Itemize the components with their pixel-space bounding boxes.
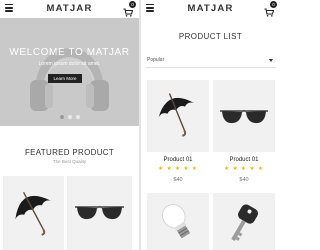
product-name-2[interactable]: Product 01 [213,157,275,163]
carousel-dots [0,115,139,119]
sunglasses-icon [75,205,124,220]
featured-product-card-2[interactable] [67,176,132,250]
hero-banner[interactable]: WELCOME TO MATJAR Lorem ipsum dolor sit … [0,18,139,126]
sort-select[interactable]: Popular [146,53,276,68]
hero-subtitle: Lorem ipsum dolor sit amet. [38,61,101,67]
featured-product-card-1[interactable] [3,176,64,250]
product-price-1: $40 [173,177,183,183]
hero-title: WELCOME TO MATJAR [9,47,130,58]
sort-selected-value: Popular [147,57,165,63]
product-name-1[interactable]: Product 01 [147,157,209,163]
key-icon [231,204,258,242]
product-rating-1: ★ ★ ★ ★ ★ [158,166,198,172]
featured-subtitle: The Best Quality [52,159,87,164]
carousel-dot-1[interactable] [59,115,64,119]
chevron-down-icon [269,59,273,62]
product-image-4[interactable] [213,193,275,250]
cart-icon[interactable]: 0 [123,1,136,17]
cart-count-badge: 0 [270,1,277,8]
product-price-2: $40 [239,177,249,183]
cart-count-badge: 0 [129,1,136,8]
brand-title: MATJAR [46,3,93,14]
top-bar: MATJAR 0 [141,0,280,18]
brand-title: MATJAR [187,3,234,14]
umbrella-icon [15,192,51,236]
carousel-dot-2[interactable] [67,115,72,119]
sunglasses-icon [220,109,268,124]
lightbulb-icon [161,203,191,239]
product-image-3[interactable] [147,193,209,250]
top-bar: MATJAR 0 [0,0,139,18]
carousel-dot-3[interactable] [75,115,80,119]
featured-title: FEATURED PRODUCT [24,148,115,157]
product-list-screen: MATJAR 0 PRODUCT LIST Popular Product 01… [141,0,280,250]
learn-more-button[interactable]: Learn More [48,74,82,83]
umbrella-icon [158,93,194,137]
product-image-2[interactable] [213,80,275,152]
product-image-1[interactable] [147,80,209,152]
headphones-image [30,48,109,111]
page-title: PRODUCT LIST [178,32,243,41]
home-screen: MATJAR 0 WELCOME TO MATJAR Lorem ipsum d… [0,0,139,250]
product-rating-2: ★ ★ ★ ★ ★ [224,166,264,172]
cart-icon[interactable]: 0 [264,1,277,17]
